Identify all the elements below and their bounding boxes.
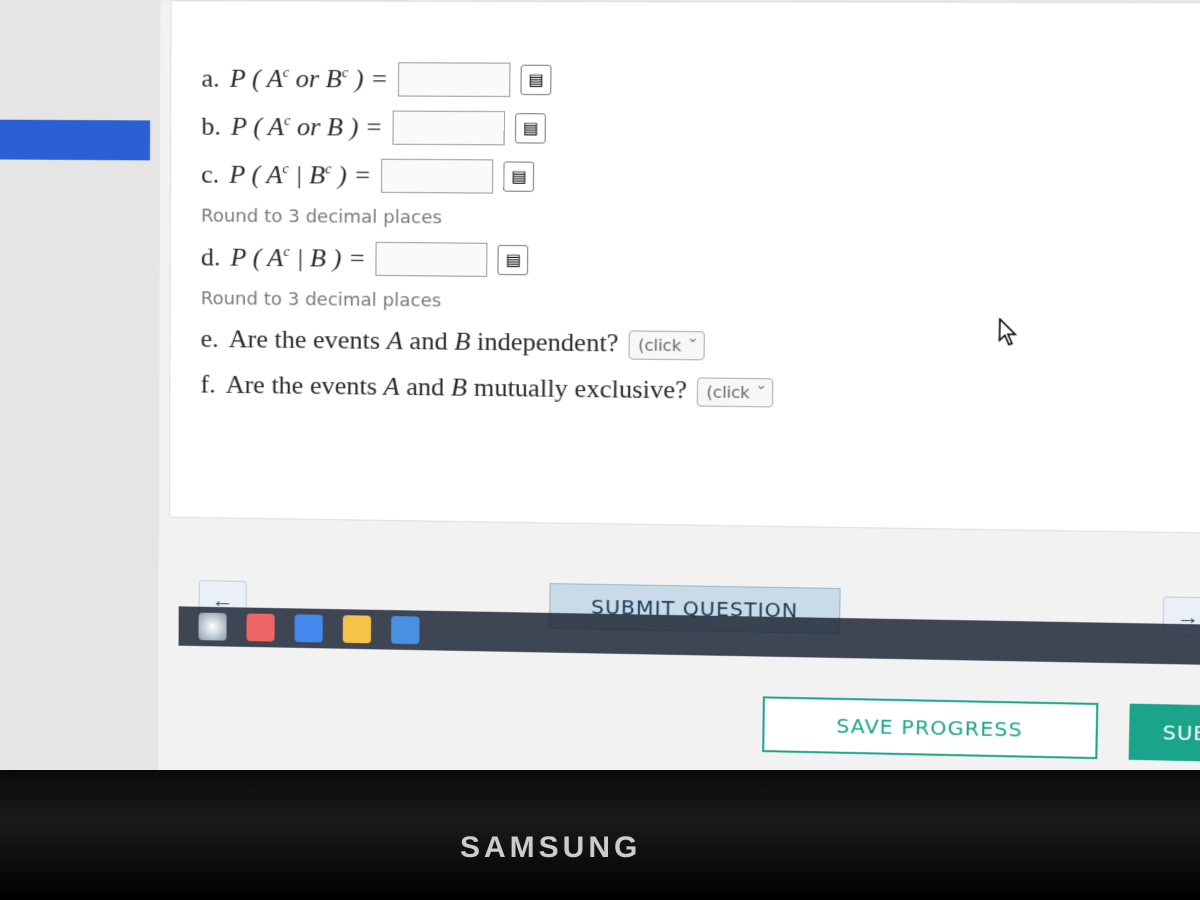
question-b: b. P ( Ac or B ) = ▤ bbox=[201, 110, 1200, 150]
left-sidebar bbox=[0, 0, 160, 773]
monitor-bezel: SAMSUNG bbox=[0, 770, 1200, 900]
search-icon[interactable] bbox=[199, 613, 227, 641]
math-expression: P ( Ac | Bc ) = bbox=[229, 160, 371, 191]
part-label: c. bbox=[201, 160, 219, 190]
answer-input-b[interactable] bbox=[393, 111, 505, 146]
independent-select[interactable]: (click bbox=[629, 330, 705, 360]
screen-area: ) a. P ( Ac or Bc ) = ▤ b. P ( Ac or B )… bbox=[0, 0, 1200, 796]
math-expression: P ( Ac | B ) = bbox=[230, 243, 365, 274]
part-label: b. bbox=[201, 112, 221, 142]
question-a: a. P ( Ac or Bc ) = ▤ bbox=[201, 62, 1200, 100]
rounding-hint: Round to 3 decimal places bbox=[201, 288, 1198, 319]
cursor-icon bbox=[998, 318, 1022, 354]
submit-button[interactable]: SUB bbox=[1129, 704, 1200, 763]
preview-icon[interactable]: ▤ bbox=[521, 65, 552, 95]
question-text: Are the events A and B mutually exclusiv… bbox=[226, 370, 688, 405]
page-actions: SAVE PROGRESS SUB bbox=[168, 675, 1200, 772]
question-card: a. P ( Ac or Bc ) = ▤ b. P ( Ac or B ) =… bbox=[169, 0, 1200, 533]
preview-icon[interactable]: ▤ bbox=[503, 161, 534, 191]
question-text: Are the events A and B independent? bbox=[229, 324, 619, 358]
answer-input-d[interactable] bbox=[376, 242, 488, 277]
part-label: f. bbox=[200, 370, 215, 400]
word-icon[interactable] bbox=[391, 616, 419, 644]
preview-icon[interactable]: ▤ bbox=[515, 113, 546, 143]
monitor-brand-label: SAMSUNG bbox=[460, 831, 641, 865]
question-f: f. Are the events A and B mutually exclu… bbox=[200, 369, 1196, 413]
question-e: e. Are the events A and B independent? (… bbox=[201, 323, 1198, 366]
math-expression: P ( Ac or Bc ) = bbox=[230, 64, 388, 95]
answer-input-a[interactable] bbox=[398, 62, 511, 97]
progress-mark bbox=[0, 120, 150, 161]
part-label: d. bbox=[201, 242, 221, 272]
question-d: d. P ( Ac | B ) = ▤ bbox=[201, 240, 1199, 283]
answer-input-c[interactable] bbox=[381, 159, 493, 194]
preview-icon[interactable]: ▤ bbox=[498, 245, 529, 275]
part-label: e. bbox=[201, 324, 219, 354]
math-expression: P ( Ac or B ) = bbox=[231, 112, 383, 143]
question-c: c. P ( Ac | Bc ) = ▤ bbox=[201, 158, 1200, 199]
save-progress-button[interactable]: SAVE PROGRESS bbox=[762, 696, 1098, 759]
taskbar-app-icon[interactable] bbox=[246, 613, 274, 641]
file-explorer-icon[interactable] bbox=[343, 615, 371, 643]
taskbar-app-icon[interactable] bbox=[295, 614, 323, 642]
part-label: a. bbox=[201, 64, 219, 94]
rounding-hint: Round to 3 decimal places bbox=[201, 206, 1200, 235]
exclusive-select[interactable]: (click bbox=[697, 377, 774, 407]
